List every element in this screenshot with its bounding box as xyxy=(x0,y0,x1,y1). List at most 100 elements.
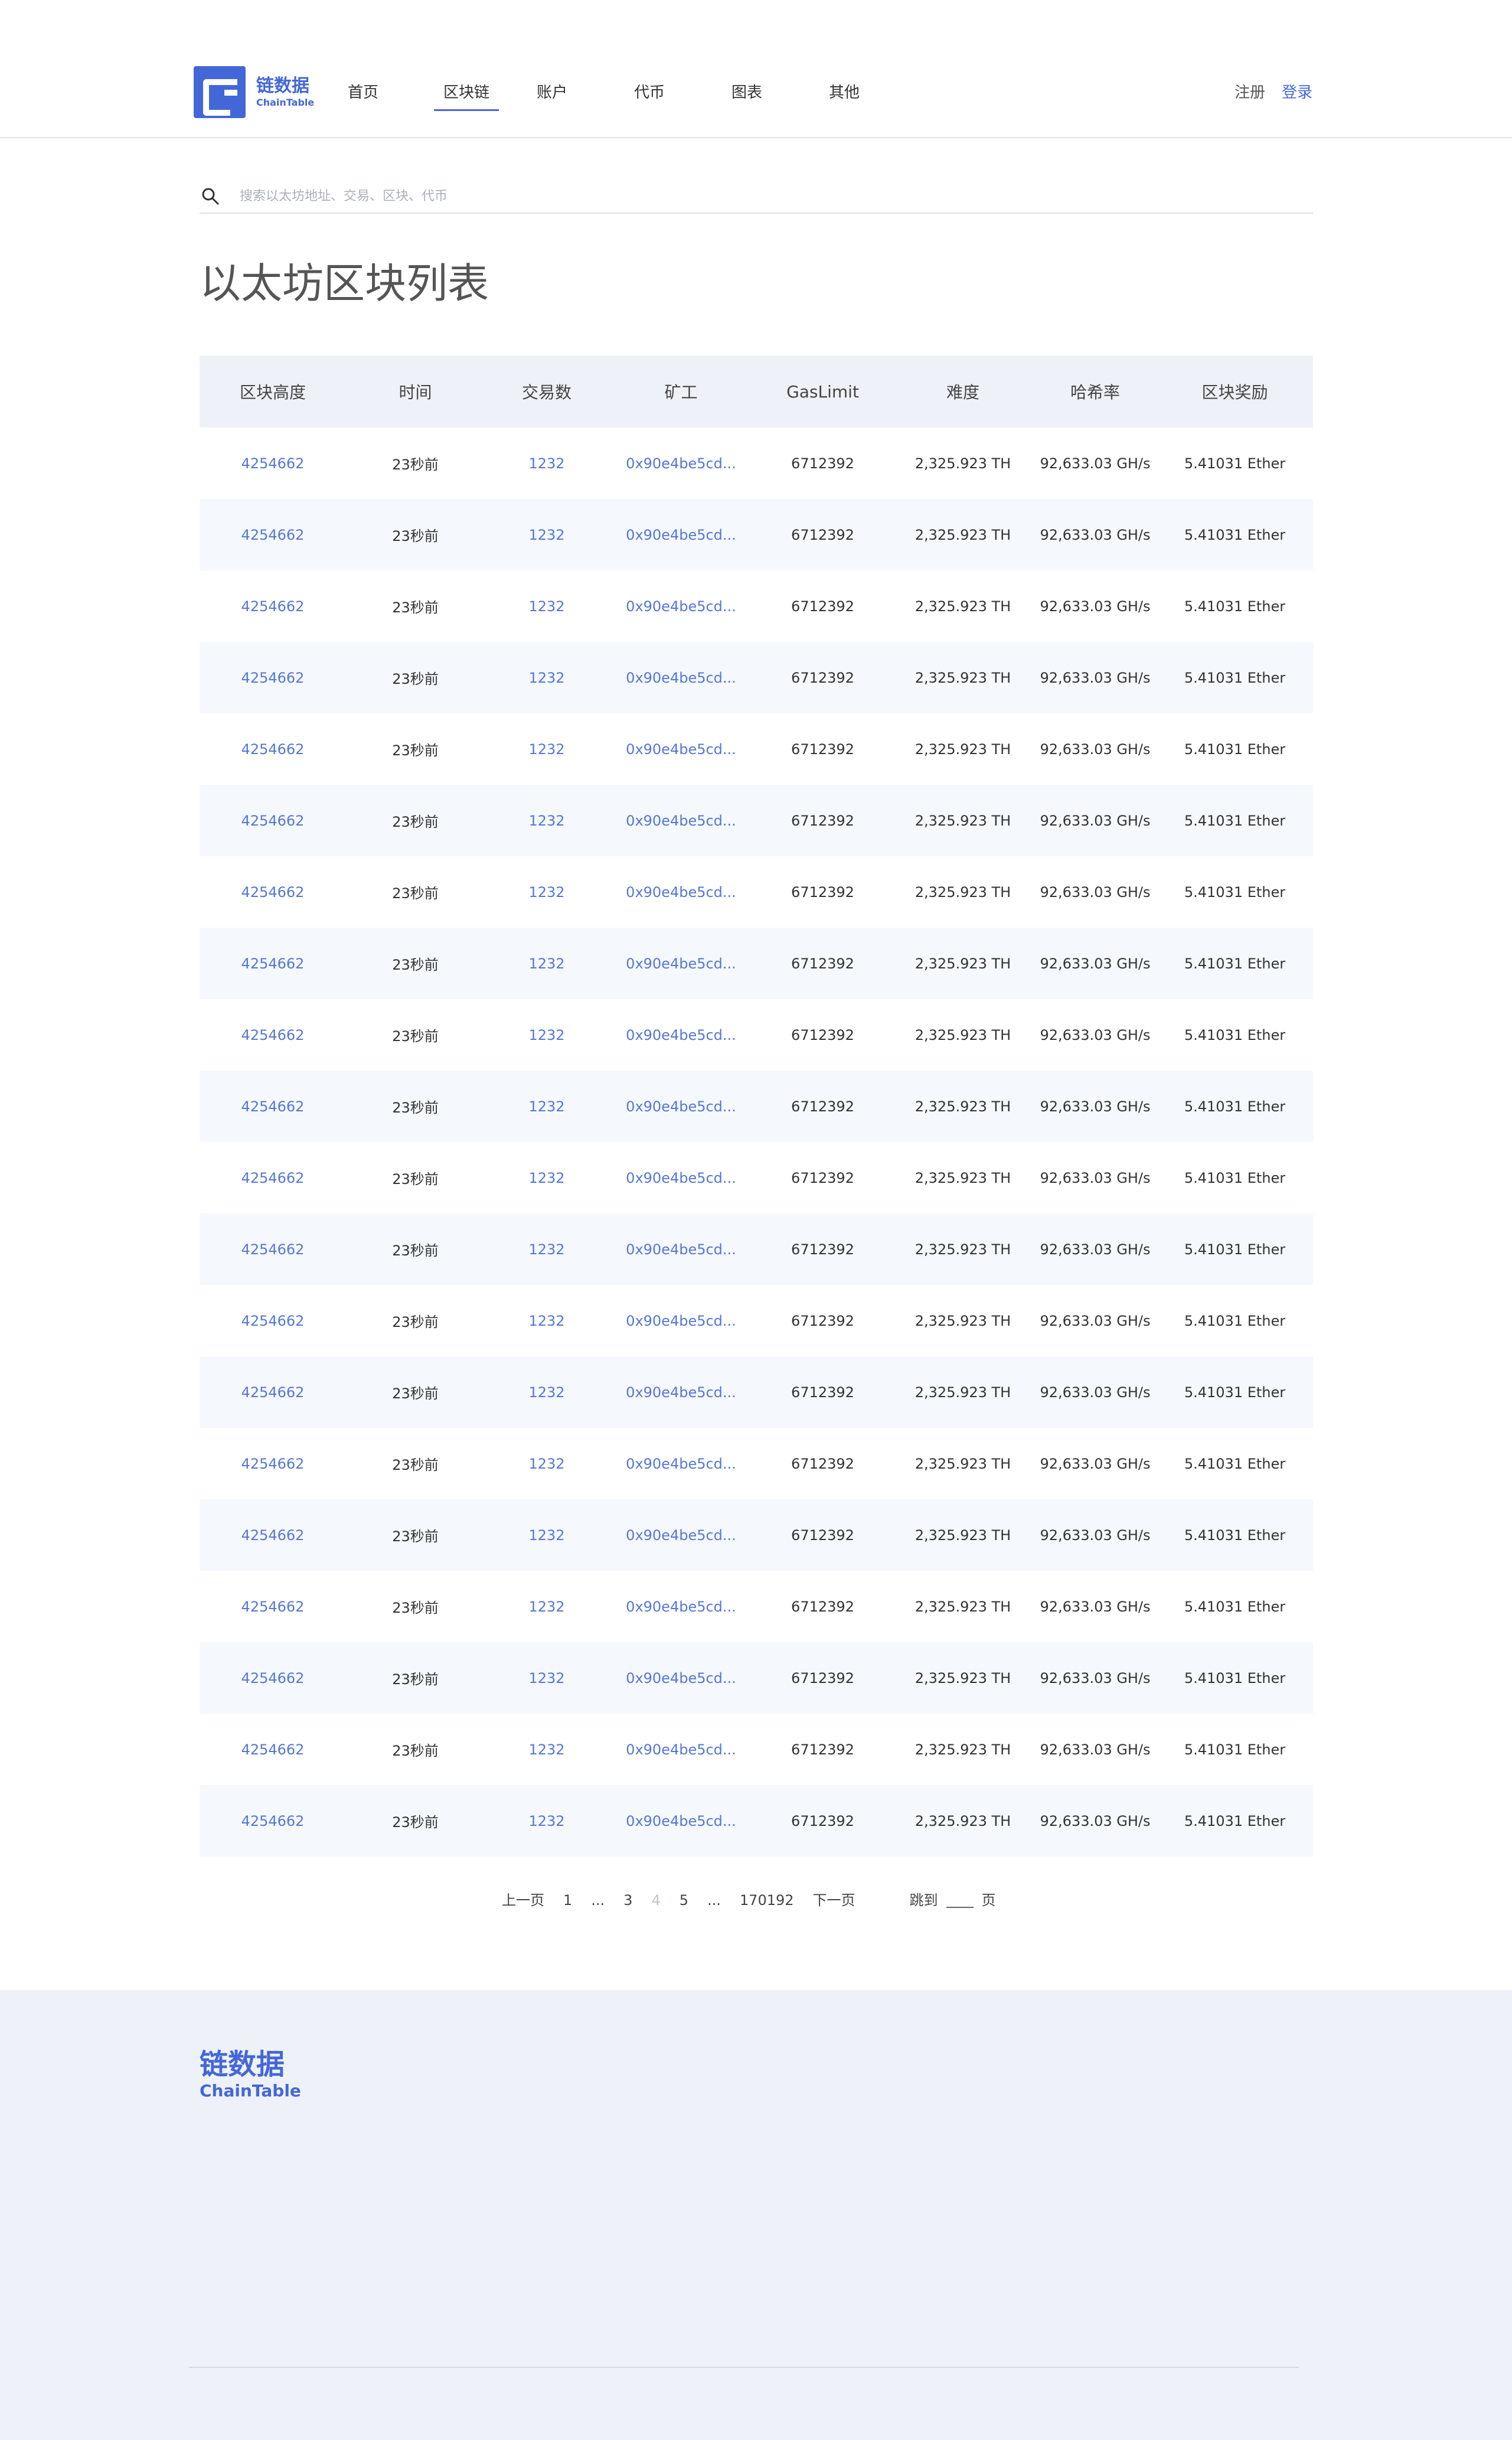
next-page-button[interactable]: 下一页 xyxy=(813,1887,855,1913)
difficulty-cell: 2,325.923 TH xyxy=(915,598,1011,615)
block-height-link[interactable]: 4254662 xyxy=(200,1670,346,1687)
miner-link[interactable]: 0x90e4be5cd... xyxy=(609,1170,753,1186)
time-cell: 23秒前 xyxy=(392,1528,439,1545)
difficulty-cell: 2,325.923 TH xyxy=(915,1741,1011,1758)
site-header: 链数据 ChainTable 首页 区块链 账户 代币 图表 其他 注册 登录 xyxy=(0,0,1512,138)
search-input[interactable] xyxy=(240,184,1184,208)
miner-link[interactable]: 0x90e4be5cd... xyxy=(609,884,753,901)
miner-link[interactable]: 0x90e4be5cd... xyxy=(609,955,753,972)
block-height-link[interactable]: 4254662 xyxy=(200,1456,346,1472)
nav-item-4[interactable]: 图表 xyxy=(726,77,768,109)
tx-count-link[interactable]: 1232 xyxy=(485,527,609,543)
tx-count-link[interactable]: 1232 xyxy=(485,455,609,472)
block-reward-cell: 5.41031 Ether xyxy=(1184,1669,1286,1687)
block-height-link[interactable]: 4254662 xyxy=(200,955,346,972)
tx-count-link[interactable]: 1232 xyxy=(485,1456,609,1472)
block-height-link[interactable]: 4254662 xyxy=(200,1241,346,1258)
tx-count-link[interactable]: 1232 xyxy=(485,884,609,901)
search-icon[interactable] xyxy=(201,187,220,205)
miner-link[interactable]: 0x90e4be5cd... xyxy=(609,598,753,615)
block-height-link[interactable]: 4254662 xyxy=(200,1741,346,1758)
block-height-link[interactable]: 4254662 xyxy=(200,455,346,472)
difficulty-cell: 2,325.923 TH xyxy=(915,1812,1011,1829)
block-height-link[interactable]: 4254662 xyxy=(200,1527,346,1544)
miner-link[interactable]: 0x90e4be5cd... xyxy=(609,1527,753,1544)
nav-item-5[interactable]: 其他 xyxy=(824,77,865,109)
gas-limit-cell: 6712392 xyxy=(791,669,854,686)
tx-count-link[interactable]: 1232 xyxy=(485,1170,609,1186)
miner-link[interactable]: 0x90e4be5cd... xyxy=(609,1670,753,1687)
block-reward-cell: 5.41031 Ether xyxy=(1184,883,1286,901)
tx-count-link[interactable]: 1232 xyxy=(485,1384,609,1401)
nav-item-1[interactable]: 区块链 xyxy=(434,77,499,111)
block-height-link[interactable]: 4254662 xyxy=(200,884,346,901)
tx-count-link[interactable]: 1232 xyxy=(485,1527,609,1544)
block-height-link[interactable]: 4254662 xyxy=(200,1599,346,1615)
tx-count-link[interactable]: 1232 xyxy=(485,598,609,615)
tx-count-link[interactable]: 1232 xyxy=(485,1313,609,1329)
block-height-link[interactable]: 4254662 xyxy=(200,1813,346,1829)
brand-logo[interactable]: 链数据 ChainTable xyxy=(194,66,314,118)
block-height-link[interactable]: 4254662 xyxy=(200,1098,346,1115)
tx-count-link[interactable]: 1232 xyxy=(485,1027,609,1043)
miner-link[interactable]: 0x90e4be5cd... xyxy=(609,1098,753,1115)
block-height-link[interactable]: 4254662 xyxy=(200,527,346,543)
miner-link[interactable]: 0x90e4be5cd... xyxy=(609,1813,753,1829)
nav-item-3[interactable]: 代币 xyxy=(629,77,670,109)
prev-page-button[interactable]: 上一页 xyxy=(502,1887,544,1913)
tx-count-link[interactable]: 1232 xyxy=(485,1241,609,1258)
nav-item-2[interactable]: 账户 xyxy=(531,77,573,109)
column-header: 矿工 xyxy=(664,383,698,402)
block-reward-cell: 5.41031 Ether xyxy=(1184,1098,1286,1115)
block-height-link[interactable]: 4254662 xyxy=(200,741,346,758)
table-row: 4254662 23秒前 1232 0x90e4be5cd... 6712392 2,32… xyxy=(200,1428,1313,1499)
block-height-link[interactable]: 4254662 xyxy=(200,1384,346,1401)
tx-count-link[interactable]: 1232 xyxy=(485,1741,609,1758)
miner-link[interactable]: 0x90e4be5cd... xyxy=(609,1313,753,1329)
tx-count-link[interactable]: 1232 xyxy=(485,1098,609,1115)
difficulty-cell: 2,325.923 TH xyxy=(915,526,1011,543)
miner-link[interactable]: 0x90e4be5cd... xyxy=(609,455,753,472)
block-reward-cell: 5.41031 Ether xyxy=(1184,455,1286,472)
tx-count-link[interactable]: 1232 xyxy=(485,670,609,686)
page-number[interactable]: 5 xyxy=(680,1887,688,1913)
jump-page-input[interactable] xyxy=(946,1893,974,1908)
miner-link[interactable]: 0x90e4be5cd... xyxy=(609,1456,753,1472)
miner-link[interactable]: 0x90e4be5cd... xyxy=(609,1599,753,1615)
block-height-link[interactable]: 4254662 xyxy=(200,598,346,615)
miner-link[interactable]: 0x90e4be5cd... xyxy=(609,813,753,829)
miner-link[interactable]: 0x90e4be5cd... xyxy=(609,1384,753,1401)
page-number[interactable]: 1 xyxy=(563,1887,572,1913)
page-number[interactable]: 3 xyxy=(623,1887,632,1913)
nav-item-0[interactable]: 首页 xyxy=(342,77,384,109)
page-number[interactable]: 4 xyxy=(651,1887,660,1913)
miner-link[interactable]: 0x90e4be5cd... xyxy=(609,741,753,758)
tx-count-link[interactable]: 1232 xyxy=(485,955,609,972)
table-row: 4254662 23秒前 1232 0x90e4be5cd... 6712392 2,32… xyxy=(200,1642,1313,1714)
login-link[interactable]: 登录 xyxy=(1282,77,1312,109)
miner-link[interactable]: 0x90e4be5cd... xyxy=(609,1241,753,1258)
tx-count-link[interactable]: 1232 xyxy=(485,1670,609,1687)
tx-count-link[interactable]: 1232 xyxy=(485,1599,609,1615)
column-header: 哈希率 xyxy=(1070,383,1120,402)
column-header: 交易数 xyxy=(521,383,572,402)
tx-count-link[interactable]: 1232 xyxy=(485,741,609,758)
tx-count-link[interactable]: 1232 xyxy=(485,1813,609,1829)
tx-count-link[interactable]: 1232 xyxy=(485,813,609,829)
miner-link[interactable]: 0x90e4be5cd... xyxy=(609,670,753,686)
block-height-link[interactable]: 4254662 xyxy=(200,670,346,686)
block-height-link[interactable]: 4254662 xyxy=(200,813,346,829)
time-cell: 23秒前 xyxy=(392,1242,439,1259)
block-height-link[interactable]: 4254662 xyxy=(200,1170,346,1186)
block-height-link[interactable]: 4254662 xyxy=(200,1313,346,1329)
block-reward-cell: 5.41031 Ether xyxy=(1184,1026,1286,1043)
miner-link[interactable]: 0x90e4be5cd... xyxy=(609,527,753,543)
time-cell: 23秒前 xyxy=(392,671,439,687)
register-link[interactable]: 注册 xyxy=(1235,77,1265,109)
footer-brand[interactable]: 链数据 ChainTable xyxy=(200,2048,301,2101)
column-header: GasLimit xyxy=(786,381,859,402)
page-number[interactable]: 170192 xyxy=(740,1887,794,1913)
miner-link[interactable]: 0x90e4be5cd... xyxy=(609,1027,753,1043)
miner-link[interactable]: 0x90e4be5cd... xyxy=(609,1741,753,1758)
block-height-link[interactable]: 4254662 xyxy=(200,1027,346,1043)
